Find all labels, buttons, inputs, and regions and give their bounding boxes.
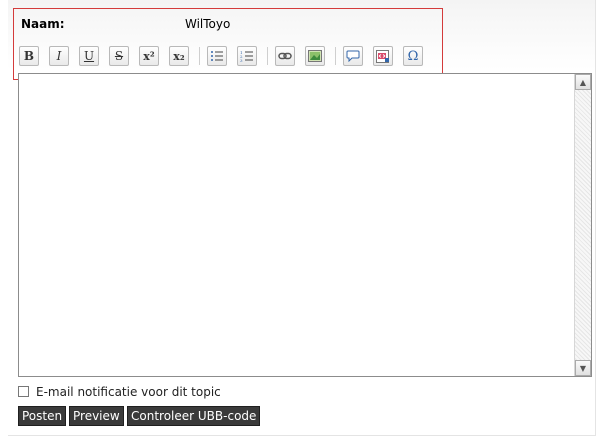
- email-notification-row: E-mail notificatie voor dit topic: [18, 384, 221, 399]
- strikethrough-icon[interactable]: S: [109, 46, 129, 66]
- check-ubb-code-button[interactable]: Controleer UBB-code: [127, 406, 261, 426]
- quote-icon[interactable]: [343, 46, 363, 66]
- toolbar-separator: [199, 47, 200, 65]
- scroll-down-arrow-icon[interactable]: ▼: [575, 360, 591, 376]
- preview-button[interactable]: Preview: [69, 406, 124, 426]
- subscript-icon[interactable]: x₂: [169, 46, 189, 66]
- email-notification-label: E-mail notificatie voor dit topic: [36, 384, 221, 399]
- name-value: WilToyo: [185, 17, 231, 31]
- code-icon[interactable]: [373, 46, 393, 66]
- strike-glyph: S: [114, 49, 124, 63]
- bold-glyph: B: [23, 49, 35, 63]
- omega-glyph: Ω: [407, 48, 419, 64]
- svg-text:3: 3: [240, 58, 243, 62]
- unordered-list-icon[interactable]: [207, 46, 227, 66]
- italic-glyph: I: [56, 49, 62, 63]
- post-button[interactable]: Posten: [18, 406, 67, 426]
- ordered-list-icon[interactable]: 123: [237, 46, 257, 66]
- name-label: Naam:: [21, 17, 65, 31]
- italic-icon[interactable]: I: [49, 46, 69, 66]
- underline-glyph: U: [83, 49, 95, 63]
- editor-scrollbar[interactable]: ▲ ▼: [574, 74, 591, 376]
- bold-icon[interactable]: B: [19, 46, 39, 66]
- superscript-glyph: x²: [143, 49, 155, 63]
- subscript-glyph: x₂: [173, 49, 185, 63]
- scroll-up-arrow-icon[interactable]: ▲: [575, 74, 591, 90]
- underline-icon[interactable]: U: [79, 46, 99, 66]
- image-icon[interactable]: [305, 46, 325, 66]
- email-notification-checkbox[interactable]: [18, 386, 29, 397]
- superscript-icon[interactable]: x²: [139, 46, 159, 66]
- toolbar-separator: [335, 47, 336, 65]
- link-icon[interactable]: [275, 46, 295, 66]
- message-textarea[interactable]: ▲ ▼: [18, 73, 592, 377]
- special-char-icon[interactable]: Ω: [403, 46, 423, 66]
- toolbar-separator: [267, 47, 268, 65]
